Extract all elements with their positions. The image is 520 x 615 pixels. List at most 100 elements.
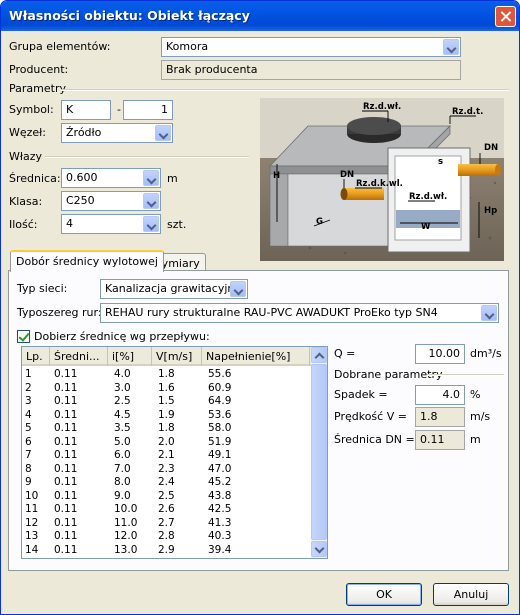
scroll-down-icon[interactable] <box>311 541 327 557</box>
klasa-label: Klasa: <box>9 195 43 208</box>
divider <box>45 156 249 158</box>
grupa-value: Komora <box>166 40 209 53</box>
scroll-thumb[interactable] <box>311 364 327 540</box>
table-header: Lp. Średni... i[%] V[m/s] Napełnienie[%] <box>22 347 311 366</box>
column-header-lp[interactable]: Lp. <box>22 347 50 366</box>
ok-button[interactable]: OK <box>346 583 422 606</box>
table-row[interactable]: 5 0.11 3.5 1.8 58.0 <box>22 422 311 436</box>
divider <box>61 89 509 91</box>
table-row[interactable]: 14 0.11 13.0 2.9 39.4 <box>22 544 311 558</box>
table-row[interactable]: 3 0.11 2.5 1.5 64.9 <box>22 395 311 409</box>
scroll-up-icon[interactable] <box>311 347 327 363</box>
predkosc-field: 1.8 <box>415 407 465 427</box>
table-cell: 10.0 <box>114 503 138 515</box>
table-cell: 2.5 <box>114 395 131 407</box>
table-row[interactable]: 13 0.11 12.0 2.8 40.3 <box>22 530 311 544</box>
wezel-select[interactable]: Źródło <box>61 123 173 143</box>
table-cell: 10 <box>25 489 39 502</box>
wezel-value: Źródło <box>66 126 102 139</box>
table-cell: 12.0 <box>114 530 138 542</box>
klasa-select[interactable]: C250 <box>61 191 161 211</box>
table-cell: 0.11 <box>54 543 78 556</box>
close-button[interactable] <box>495 6 516 27</box>
producent-label: Producent: <box>9 63 69 76</box>
cancel-button[interactable]: Anuluj <box>433 583 509 606</box>
table-cell: 42.5 <box>208 503 232 515</box>
table-cell: 0.11 <box>54 368 78 380</box>
chevron-down-icon[interactable] <box>143 216 159 232</box>
table-rows: 1 0.11 4.0 1.8 55.6 2 0.11 3.0 1.6 60.9 3 0.11 2.5 1.… <box>22 368 311 557</box>
table-cell: 7.0 <box>114 462 131 475</box>
table-cell: 0.11 <box>54 395 78 407</box>
results-table[interactable]: Lp. Średni... i[%] V[m/s] Napełnienie[%]… <box>21 346 328 559</box>
table-row[interactable]: 8 0.11 7.0 2.3 47.0 <box>22 463 311 477</box>
typoszereg-select[interactable]: REHAU rury strukturalne RAU-PVC AWADUKT … <box>100 303 499 323</box>
table-cell: 41.3 <box>208 516 232 529</box>
chevron-down-icon[interactable] <box>143 193 159 209</box>
srednica-unit: m <box>167 172 178 185</box>
table-row[interactable]: 12 0.11 11.0 2.7 41.3 <box>22 517 311 531</box>
srednica-dn-unit: m <box>470 433 481 446</box>
table-cell: 39.4 <box>208 543 232 556</box>
diagram-label: Rz.d.t. <box>452 107 483 117</box>
table-row[interactable]: 11 0.11 10.0 2.6 42.5 <box>22 503 311 517</box>
window-title: Własności obiektu: Obiekt łączący <box>9 8 250 23</box>
table-cell: 13 <box>25 530 39 542</box>
column-header-napelnienie[interactable]: Napełnienie[%] <box>202 347 310 366</box>
table-cell: 8 <box>25 462 32 475</box>
table-row[interactable]: 2 0.11 3.0 1.6 60.9 <box>22 382 311 396</box>
table-cell: 0.11 <box>54 530 78 542</box>
chevron-down-icon[interactable] <box>230 281 246 297</box>
typ-sieci-select[interactable]: Kanalizacja grawitacyjna <box>100 279 248 299</box>
grupa-select[interactable]: Komora <box>161 37 461 57</box>
srednica-label: Średnica: <box>9 172 61 185</box>
column-header-spadek[interactable]: i[%] <box>108 347 152 366</box>
table-row[interactable]: 10 0.11 9.0 2.5 43.8 <box>22 490 311 504</box>
chevron-down-icon[interactable] <box>143 170 159 186</box>
column-header-srednica[interactable]: Średni... <box>50 347 108 366</box>
q-label: Q = <box>334 347 356 360</box>
srednica-select[interactable]: 0.600 <box>61 168 161 188</box>
table-cell: 6 <box>25 435 32 448</box>
table-row[interactable]: 9 0.11 8.0 2.4 45.2 <box>22 476 311 490</box>
table-cell: 7 <box>25 449 32 461</box>
column-header-predkosc[interactable]: V[m/s] <box>152 347 202 366</box>
table-cell: 0.11 <box>54 408 78 421</box>
srednica-dn-label: Średnica DN = <box>334 433 415 446</box>
table-row[interactable]: 1 0.11 4.0 1.8 55.6 <box>22 368 311 382</box>
chevron-down-icon[interactable] <box>481 305 497 321</box>
table-cell: 0.11 <box>54 462 78 475</box>
chevron-down-icon[interactable] <box>443 39 459 55</box>
chevron-down-icon[interactable] <box>155 125 171 141</box>
table-row[interactable]: 4 0.11 4.5 1.9 53.6 <box>22 409 311 423</box>
title-bar: Własności obiektu: Obiekt łączący <box>1 1 519 31</box>
dobierz-label: Dobierz średnicę wg przepływu: <box>34 330 210 343</box>
tab-dobor[interactable]: Dobór średnicy wylotowej <box>10 250 164 272</box>
ilosc-select[interactable]: 4 <box>61 214 161 234</box>
symbol-number-input[interactable]: 1 <box>123 100 173 120</box>
table-cell: 1.5 <box>158 395 175 407</box>
typ-sieci-value: Kanalizacja grawitacyjna <box>105 282 242 295</box>
predkosc-label: Prędkość V = <box>334 410 407 423</box>
table-cell: 5.0 <box>114 435 131 448</box>
table-cell: 47.0 <box>208 462 232 475</box>
table-cell: 0.11 <box>54 449 78 461</box>
wlazy-header: Włazy <box>9 150 43 163</box>
table-cell: 11.0 <box>114 516 138 529</box>
table-scrollbar[interactable] <box>311 347 327 558</box>
q-input[interactable]: 10.00 <box>415 344 465 364</box>
table-row[interactable]: 6 0.11 5.0 2.0 51.9 <box>22 436 311 450</box>
table-cell: 13.0 <box>114 543 138 556</box>
symbol-prefix-input[interactable]: K <box>61 100 111 120</box>
producent-field: Brak producenta <box>161 60 461 80</box>
diagram-label: Rz.d.wł. <box>363 102 401 112</box>
table-cell: 2.6 <box>158 503 175 515</box>
dobierz-checkbox[interactable] <box>17 330 30 343</box>
table-row[interactable]: 7 0.11 6.0 2.1 49.1 <box>22 449 311 463</box>
spadek-unit: % <box>470 388 481 401</box>
spadek-input[interactable]: 4.0 <box>415 385 465 405</box>
table-cell: 1.8 <box>158 422 175 434</box>
properties-dialog: Własności obiektu: Obiekt łączący Grupa … <box>0 0 520 615</box>
table-cell: 1.9 <box>158 408 175 421</box>
table-cell: 0.11 <box>54 422 78 434</box>
